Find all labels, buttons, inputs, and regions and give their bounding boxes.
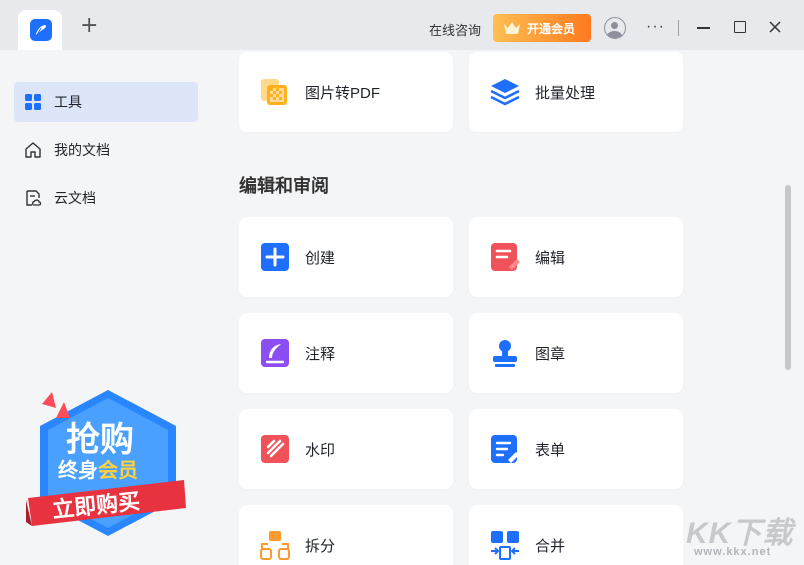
split-icon [260,531,290,560]
tool-card-label: 表单 [535,441,566,459]
user-avatar-icon[interactable] [604,17,626,39]
stamp-icon [493,340,517,367]
tool-card-label: 批量处理 [535,84,596,102]
sidebar: 工具 我的文档 云文档 抢购 终身会员 立即购买 [0,50,206,565]
minimize-icon[interactable] [697,27,710,29]
tool-card-merge[interactable]: 合并 [469,505,683,565]
sidebar-item-label: 我的文档 [54,142,110,158]
watermark-url: www.kkx.net [694,546,772,558]
plus-icon [261,243,289,271]
tool-card-label: 拆分 [305,537,336,555]
sidebar-item-my-documents[interactable]: 我的文档 [14,130,198,170]
image-to-pdf-icon [261,79,287,105]
crown-icon [504,22,520,34]
sidebar-item-tools[interactable]: 工具 [14,82,198,122]
main-scrollbar[interactable] [785,185,791,370]
merge-icon [491,531,519,560]
main-content: 图片转PDF 批量处理 编辑和审阅 创建 编辑 注释 图章 水印 表单 拆分 合… [206,50,804,565]
home-tab[interactable] [18,10,62,50]
add-tab-button[interactable]: + [80,15,98,37]
tool-card-label: 图片转PDF [305,84,381,102]
tool-card-batch[interactable]: 批量处理 [469,52,683,132]
watermark-icon [261,435,289,463]
edit-doc-icon [491,243,520,271]
tool-card-label: 图章 [535,345,566,363]
tool-card-split[interactable]: 拆分 [239,505,453,565]
tool-card-label: 水印 [305,441,336,459]
title-bar: + 在线咨询 开通会员 ··· [0,0,804,50]
sidebar-item-cloud-docs[interactable]: 云文档 [14,178,198,218]
promo-line2b: 会员 [98,460,138,482]
tool-card-image-to-pdf[interactable]: 图片转PDF [239,52,453,132]
form-icon [491,435,519,463]
sidebar-item-label: 工具 [54,94,82,110]
tool-card-form[interactable]: 表单 [469,409,683,489]
online-consult-link[interactable]: 在线咨询 [429,20,481,39]
more-menu-button[interactable]: ··· [646,18,665,36]
layers-icon [490,79,520,106]
tool-card-label: 创建 [305,249,336,267]
sidebar-item-label: 云文档 [54,190,96,206]
tool-card-create[interactable]: 创建 [239,217,453,297]
open-vip-label: 开通会员 [527,21,576,36]
home-icon [25,142,41,158]
app-logo-icon [30,19,52,41]
divider [678,20,679,36]
tool-card-label: 合并 [535,537,566,555]
section-title-edit-review: 编辑和审阅 [239,176,329,196]
grid-icon [25,94,41,110]
tool-card-label: 编辑 [535,249,566,267]
tool-card-label: 注释 [305,345,336,363]
tool-card-edit[interactable]: 编辑 [469,217,683,297]
site-watermark: KK下载 www.kkx.net [686,508,798,560]
cloud-doc-icon [26,190,42,206]
tool-card-watermark[interactable]: 水印 [239,409,453,489]
tool-card-annotate[interactable]: 注释 [239,313,453,393]
promo-line2a: 终身 [58,460,98,482]
lifetime-vip-promo[interactable]: 抢购 终身会员 立即购买 [26,388,190,538]
close-icon[interactable] [767,19,783,35]
quill-icon [261,339,289,367]
tool-card-stamp[interactable]: 图章 [469,313,683,393]
maximize-icon[interactable] [734,21,746,33]
open-vip-button[interactable]: 开通会员 [493,14,591,42]
